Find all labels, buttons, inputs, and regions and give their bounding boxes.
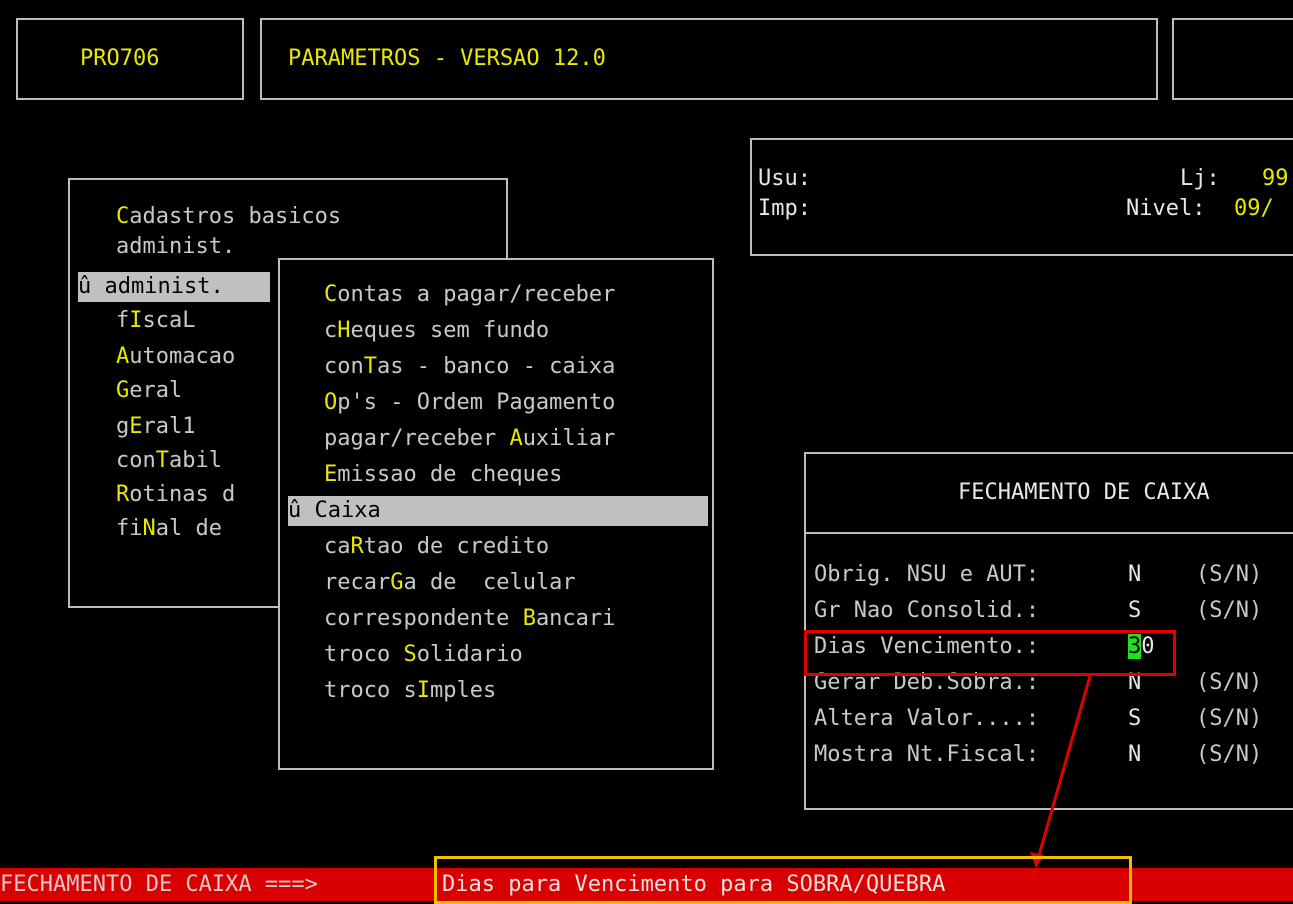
highlight-box-yellow [434,856,1132,904]
annotation-arrow [1030,675,1092,868]
status-context: FECHAMENTO DE CAIXA ===> [0,872,318,897]
